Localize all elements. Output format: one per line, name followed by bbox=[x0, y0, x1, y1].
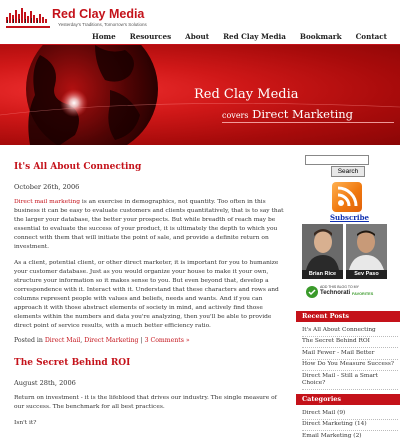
category-link[interactable]: Email Marketing (2) bbox=[302, 431, 398, 440]
nav-resources[interactable]: Resources bbox=[123, 30, 178, 44]
rss-feed-icon[interactable] bbox=[332, 182, 362, 212]
comments-link[interactable]: 3 Comments » bbox=[145, 337, 190, 344]
post-paragraph: Direct mail marketing is an exercise in … bbox=[14, 198, 284, 253]
categories-heading: Categories bbox=[296, 394, 400, 405]
banner-subtitle-main: Direct Marketing bbox=[252, 107, 354, 121]
recent-post-link[interactable]: Mail Fewer - Mail Better bbox=[302, 348, 398, 360]
author-photo[interactable]: Brian Rice bbox=[302, 224, 343, 279]
nav-bookmark[interactable]: Bookmark bbox=[293, 30, 349, 44]
banner-subtitle: covers Direct Marketing bbox=[222, 107, 353, 121]
technorati-favorites: FAVORITES bbox=[352, 292, 374, 296]
person-icon bbox=[346, 224, 387, 270]
search-input[interactable] bbox=[305, 155, 369, 165]
author-name: Sev Paso bbox=[346, 270, 387, 279]
logo-tagline: Yesterday's Traditions, Tomorrow's Solut… bbox=[58, 22, 147, 27]
nav-contact[interactable]: Contact bbox=[349, 30, 394, 44]
logo-underline bbox=[6, 26, 50, 28]
person-icon bbox=[302, 224, 343, 270]
direct-mail-marketing-link[interactable]: Direct mail marketing bbox=[14, 199, 80, 205]
category-link-direct-marketing[interactable]: Direct Marketing bbox=[84, 337, 138, 344]
site-logo[interactable]: Red Clay Media Yesterday's Traditions, T… bbox=[6, 5, 156, 31]
hero-banner: Red Clay Media covers Direct Marketing bbox=[0, 45, 400, 145]
post-title-link[interactable]: It's All About Connecting bbox=[14, 162, 284, 172]
main-nav: Home Resources About Red Clay Media Book… bbox=[85, 30, 394, 44]
post-2: The Secret Behind ROI August 28th, 2006 … bbox=[14, 358, 284, 427]
sidebar: Search Subscribe Brian Rice Sev Paso ADD… bbox=[292, 146, 400, 440]
post-paragraph: As a client, potential client, or other … bbox=[14, 259, 279, 330]
category-link[interactable]: Direct Mail (9) bbox=[302, 408, 398, 420]
technorati-brand: Technorati bbox=[320, 290, 351, 296]
nav-red-clay-media[interactable]: Red Clay Media bbox=[216, 30, 293, 44]
post-paragraph: Isn't it? bbox=[14, 419, 37, 426]
post-date: August 28th, 2006 bbox=[14, 379, 76, 388]
post-1: It's All About Connecting October 26th, … bbox=[14, 162, 284, 344]
category-link[interactable]: Direct Marketing (14) bbox=[302, 420, 398, 431]
nav-home[interactable]: Home bbox=[85, 30, 123, 44]
recent-post-link[interactable]: Direct Mail - Still a Smart Choice? bbox=[302, 371, 398, 390]
meta-prefix: Posted in bbox=[14, 337, 45, 345]
post-paragraph-text: is an exercise in demographics, not quan… bbox=[14, 199, 284, 251]
subscribe-link[interactable]: Subscribe bbox=[330, 213, 369, 222]
logo-title: Red Clay Media bbox=[52, 7, 145, 21]
author-name: Brian Rice bbox=[302, 270, 343, 279]
technorati-badge[interactable]: ADD THIS BLOG TO MY Technorati FAVORITES bbox=[306, 284, 382, 300]
recent-post-link[interactable]: It's All About Connecting bbox=[302, 325, 398, 337]
technorati-icon bbox=[306, 286, 318, 298]
banner-subtitle-prefix: covers bbox=[222, 111, 249, 120]
search-button[interactable]: Search bbox=[331, 166, 365, 177]
recent-posts-list: It's All About Connecting The Secret Beh… bbox=[302, 325, 398, 390]
author-photo[interactable]: Sev Paso bbox=[346, 224, 387, 279]
nav-about[interactable]: About bbox=[178, 30, 216, 44]
banner-title: Red Clay Media bbox=[194, 87, 299, 102]
main-content: It's All About Connecting October 26th, … bbox=[14, 162, 284, 434]
category-link-direct-mail[interactable]: Direct Mail bbox=[45, 337, 80, 344]
categories-list: Direct Mail (9) Direct Marketing (14) Em… bbox=[302, 408, 398, 440]
recent-posts-heading: Recent Posts bbox=[296, 311, 400, 322]
banner-rule bbox=[222, 122, 394, 123]
post-title-link[interactable]: The Secret Behind ROI bbox=[14, 358, 284, 368]
post-paragraph: Return on investment - it is the lifeblo… bbox=[14, 395, 277, 411]
post-date: October 26th, 2006 bbox=[14, 183, 80, 191]
site-header: Red Clay Media Yesterday's Traditions, T… bbox=[0, 0, 400, 44]
recent-post-link[interactable]: The Secret Behind ROI bbox=[302, 337, 398, 348]
recent-post-link[interactable]: How Do You Measure Success? bbox=[302, 360, 398, 371]
technorati-text: ADD THIS BLOG TO MY bbox=[320, 285, 359, 289]
logo-bars-icon bbox=[6, 8, 47, 23]
post-meta: Posted in Direct Mail, Direct Marketing … bbox=[14, 337, 284, 344]
rss-glyph-icon bbox=[337, 186, 358, 207]
